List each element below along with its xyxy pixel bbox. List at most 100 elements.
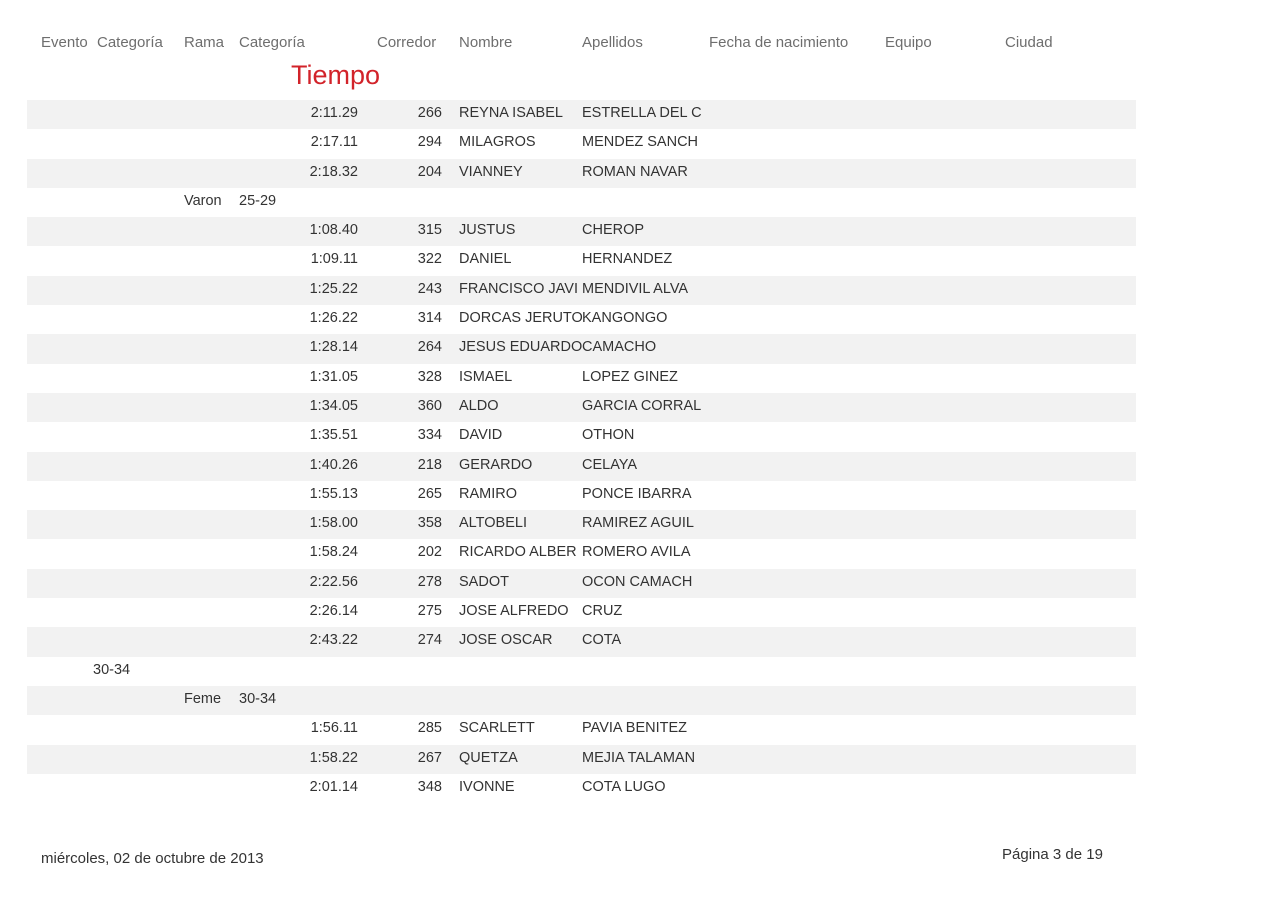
cell-nombre: SADOT bbox=[459, 573, 509, 590]
cell-nombre: MILAGROS bbox=[459, 134, 536, 151]
cell-corredor: 315 bbox=[417, 222, 442, 239]
cell-nombre: JUSTUS bbox=[459, 222, 516, 239]
cell-rama: Feme bbox=[184, 690, 222, 707]
cell-corredor: 243 bbox=[417, 280, 442, 297]
cell-tiempo: 1:58.00 bbox=[309, 515, 358, 532]
cell-tiempo: 2:18.32 bbox=[309, 163, 358, 180]
table-row: 1:35.51 334 DAVID OTHON bbox=[27, 422, 1136, 451]
cell-apellidos: CRUZ bbox=[582, 603, 623, 620]
cell-tiempo: 1:58.24 bbox=[309, 544, 358, 561]
cell-apellidos: PAVIA BENITEZ bbox=[582, 720, 688, 737]
cell-apellidos: ROMAN NAVAR bbox=[582, 163, 688, 180]
cell-tiempo: 1:28.14 bbox=[309, 339, 358, 356]
cell-apellidos: ESTRELLA DEL C bbox=[582, 105, 702, 121]
header-apellidos: Apellidos bbox=[582, 34, 643, 51]
cell-tiempo: 1:35.51 bbox=[309, 427, 358, 444]
cell-corredor: 285 bbox=[417, 720, 442, 737]
cell-apellidos: COTA LUGO bbox=[582, 778, 666, 795]
cell-tiempo: 1:56.11 bbox=[310, 720, 358, 737]
cell-apellidos: ROMERO AVILA bbox=[582, 544, 691, 561]
cell-tiempo: 2:43.22 bbox=[309, 632, 358, 649]
table-row: 30-34 bbox=[27, 657, 1136, 686]
header-tiempo: Tiempo bbox=[291, 60, 381, 90]
cell-corredor: 360 bbox=[417, 397, 442, 414]
header-categoria-rama: Categoría bbox=[239, 34, 305, 51]
table-row: 1:25.22 243 FRANCISCO JAVI MENDIVIL ALVA bbox=[27, 275, 1136, 306]
cell-corredor: 267 bbox=[417, 749, 442, 766]
cell-nombre: DORCAS JERUTO bbox=[459, 310, 583, 327]
cell-apellidos: CAMACHO bbox=[582, 339, 657, 356]
table-row: 2:11.29 266 REYNA ISABEL ESTRELLA DEL C bbox=[27, 100, 1136, 130]
cell-corredor: 202 bbox=[417, 544, 442, 561]
header-rama: Rama bbox=[184, 34, 225, 51]
cell-categoria: 30-34 bbox=[239, 690, 277, 707]
cell-corredor: 264 bbox=[417, 339, 442, 356]
table-row: 1:34.05 360 ALDO GARCIA CORRAL bbox=[27, 392, 1136, 423]
header-nombre: Nombre bbox=[459, 34, 513, 51]
cell-nombre: JOSE OSCAR bbox=[459, 632, 553, 649]
cell-apellidos: GARCIA CORRAL bbox=[582, 397, 702, 414]
cell-tiempo: 2:01.14 bbox=[309, 778, 358, 795]
cell-nombre: ALDO bbox=[459, 397, 499, 414]
table-row: 1:40.26 218 GERARDO CELAYA bbox=[27, 451, 1136, 481]
table-row: 1:58.24 202 RICARDO ALBER ROMERO AVILA bbox=[27, 539, 1136, 568]
cell-corredor: 348 bbox=[417, 778, 442, 795]
footer-date: miércoles, 02 de octubre de 2013 bbox=[41, 850, 264, 867]
cell-tiempo: 2:17.11 bbox=[310, 134, 358, 151]
header-equipo: Equipo bbox=[885, 34, 932, 51]
cell-apellidos: MEJIA TALAMAN bbox=[582, 749, 696, 766]
cell-nombre: ALTOBELI bbox=[459, 515, 527, 532]
cell-corredor: 358 bbox=[417, 515, 442, 532]
cell-tiempo: 2:11.29 bbox=[310, 105, 358, 121]
table-row: 2:18.32 204 VIANNEY ROMAN NAVAR bbox=[27, 158, 1136, 188]
table-row: 1:58.00 358 ALTOBELI RAMIREZ AGUIL bbox=[27, 510, 1136, 540]
cell-apellidos: LOPEZ GINEZ bbox=[582, 368, 678, 385]
cell-tiempo: 1:34.05 bbox=[309, 397, 358, 414]
cell-apellidos: COTA bbox=[582, 632, 622, 649]
cell-nombre: VIANNEY bbox=[459, 163, 523, 180]
cell-nombre: JESUS EDUARDO bbox=[459, 339, 583, 356]
table-row: 2:26.14 275 JOSE ALFREDO CRUZ bbox=[27, 598, 1136, 627]
header-ciudad: Ciudad bbox=[1005, 34, 1053, 51]
cell-apellidos: RAMIREZ AGUIL bbox=[582, 515, 694, 532]
header-fecha-nacimiento: Fecha de nacimiento bbox=[709, 34, 849, 51]
table-row: 2:17.11 294 MILAGROS MENDEZ SANCH bbox=[27, 129, 1136, 158]
cell-nombre: REYNA ISABEL bbox=[459, 105, 563, 121]
cell-tiempo: 1:26.22 bbox=[309, 310, 358, 327]
results-table: 2:11.29 266 REYNA ISABEL ESTRELLA DEL C 2:17… bbox=[27, 100, 1136, 803]
cell-tiempo: 1:58.22 bbox=[309, 749, 358, 766]
cell-tiempo: 1:25.22 bbox=[309, 280, 358, 297]
table-row: Varon 25-29 bbox=[27, 188, 1136, 217]
cell-apellidos: HERNANDEZ bbox=[582, 251, 673, 268]
cell-corredor: 294 bbox=[417, 134, 442, 151]
table-row: Feme 30-34 bbox=[27, 685, 1136, 716]
cell-tiempo: 1:08.40 bbox=[309, 222, 358, 239]
table-row: 1:56.11 285 SCARLETT PAVIA BENITEZ bbox=[27, 715, 1136, 744]
cell-nombre: JOSE ALFREDO bbox=[459, 603, 569, 620]
table-row: 2:01.14 348 IVONNE COTA LUGO bbox=[27, 774, 1136, 803]
cell-apellidos: KANGONGO bbox=[582, 310, 668, 327]
cell-corredor: 218 bbox=[417, 456, 442, 473]
cell-corredor: 328 bbox=[417, 368, 442, 385]
table-row: 1:31.05 328 ISMAEL LOPEZ GINEZ bbox=[27, 364, 1136, 393]
cell-apellidos: OCON CAMACH bbox=[582, 573, 693, 590]
cell-tiempo: 1:55.13 bbox=[309, 485, 358, 502]
cell-nombre: ISMAEL bbox=[459, 368, 513, 385]
cell-corredor: 265 bbox=[417, 485, 442, 502]
table-row: 2:43.22 274 JOSE OSCAR COTA bbox=[27, 627, 1136, 657]
cell-corredor: 274 bbox=[417, 632, 442, 649]
cell-nombre: IVONNE bbox=[459, 778, 515, 795]
cell-tiempo: 1:40.26 bbox=[309, 456, 358, 473]
cell-corredor: 204 bbox=[417, 163, 442, 180]
cell-apellidos: PONCE IBARRA bbox=[582, 485, 692, 502]
cell-evento-categoria: 30-34 bbox=[93, 661, 131, 678]
cell-nombre: DAVID bbox=[459, 427, 503, 444]
table-row: 2:22.56 278 SADOT OCON CAMACH bbox=[27, 568, 1136, 599]
cell-nombre: QUETZA bbox=[459, 749, 518, 766]
cell-apellidos: MENDEZ SANCH bbox=[582, 134, 699, 151]
footer-page-number: Página 3 de 19 bbox=[1002, 846, 1103, 863]
cell-nombre: FRANCISCO JAVI bbox=[459, 280, 578, 297]
header-categoria: Categoría bbox=[97, 34, 163, 51]
cell-corredor: 334 bbox=[417, 427, 442, 444]
table-row: 1:09.11 322 DANIEL HERNANDEZ bbox=[27, 246, 1136, 275]
